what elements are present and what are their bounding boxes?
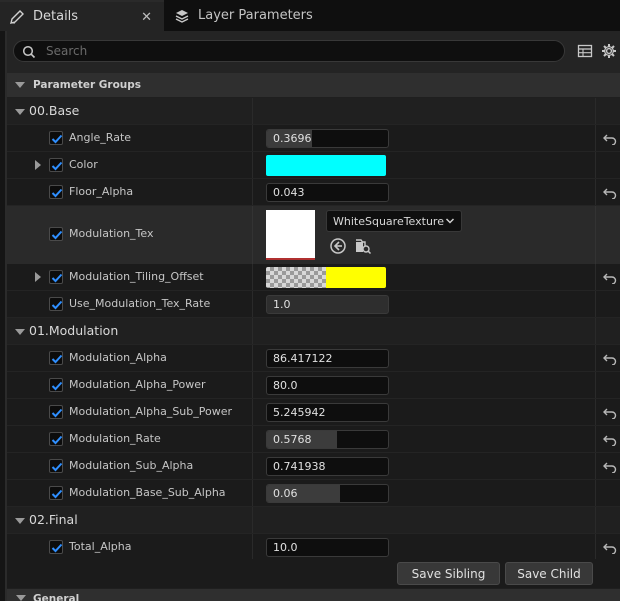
expand-arrow-icon[interactable] <box>35 160 41 170</box>
modulation-sub-alpha-input[interactable]: 0.741938 <box>266 457 389 476</box>
close-icon[interactable]: ✕ <box>141 10 152 25</box>
collapse-arrow-icon <box>15 109 25 115</box>
reset-arrow-icon[interactable] <box>603 353 617 368</box>
enable-checkbox[interactable] <box>49 158 63 172</box>
browse-asset-icon[interactable] <box>354 237 372 255</box>
category-final[interactable]: 02.Final <box>7 507 620 534</box>
param-name: Modulation_Sub_Alpha <box>69 459 194 472</box>
color-swatch[interactable] <box>266 155 386 176</box>
tab-details-label: Details <box>33 9 79 24</box>
enable-checkbox[interactable] <box>49 270 63 284</box>
use-selected-asset-icon[interactable] <box>329 237 347 255</box>
param-name: Modulation_Alpha_Sub_Power <box>69 405 233 418</box>
enable-checkbox[interactable] <box>49 459 63 473</box>
param-name: Use_Modulation_Tex_Rate <box>69 297 211 310</box>
param-row-modulation-tex: Modulation_Tex WhiteSquareTexture <box>7 206 620 265</box>
param-row-total-alpha: Total_Alpha 10.0 <box>7 534 620 561</box>
reset-arrow-icon[interactable] <box>603 434 617 449</box>
category-modulation[interactable]: 01.Modulation <box>7 318 620 345</box>
param-row-modulation-alpha: Modulation_Alpha 86.417122 <box>7 345 620 372</box>
param-row-angle-rate: Angle_Rate 0.3696 <box>7 125 620 152</box>
collapse-arrow-icon <box>15 82 25 88</box>
gear-icon[interactable] <box>601 43 617 59</box>
modulation-alpha-power-input[interactable]: 80.0 <box>266 376 389 395</box>
tab-layer-parameters-label: Layer Parameters <box>198 8 313 23</box>
param-name: Modulation_Rate <box>69 432 161 445</box>
enable-checkbox[interactable] <box>49 227 63 241</box>
param-row-modulation-alpha-sub-power: Modulation_Alpha_Sub_Power 5.245942 <box>7 399 620 426</box>
search-box[interactable] <box>13 40 565 62</box>
collapse-arrow-icon <box>15 329 25 335</box>
chevron-down-icon <box>445 216 455 229</box>
color-swatch[interactable] <box>266 267 386 288</box>
pencil-icon <box>9 9 25 25</box>
enable-checkbox[interactable] <box>49 297 63 311</box>
param-row-use-modulation-tex-rate: Use_Modulation_Tex_Rate 1.0 <box>7 291 620 318</box>
search-input[interactable] <box>46 43 546 59</box>
texture-asset-picker[interactable]: WhiteSquareTexture <box>326 210 462 232</box>
total-alpha-input[interactable]: 10.0 <box>266 538 389 557</box>
enable-checkbox[interactable] <box>49 131 63 145</box>
parameter-groups-header[interactable]: Parameter Groups <box>7 73 620 97</box>
param-name: Angle_Rate <box>69 131 132 144</box>
expand-arrow-icon[interactable] <box>35 272 41 282</box>
param-row-color: Color <box>7 152 620 179</box>
tab-layer-parameters[interactable]: Layer Parameters <box>165 0 365 31</box>
general-label: General <box>33 593 80 601</box>
tab-bar: Details ✕ Layer Parameters <box>0 0 620 31</box>
enable-checkbox[interactable] <box>49 486 63 500</box>
param-row-modulation-tiling-offset: Modulation_Tiling_Offset <box>7 264 620 291</box>
param-name: Color <box>69 158 98 171</box>
search-row <box>7 31 620 73</box>
collapse-arrow-icon <box>15 518 25 524</box>
modulation-base-sub-alpha-slider[interactable]: 0.06 <box>266 484 389 503</box>
reset-arrow-icon[interactable] <box>603 407 617 422</box>
texture-thumbnail[interactable] <box>266 210 315 260</box>
enable-checkbox[interactable] <box>49 351 63 365</box>
param-name: Floor_Alpha <box>69 185 134 198</box>
category-label: 01.Modulation <box>29 323 119 338</box>
param-name: Total_Alpha <box>69 540 132 553</box>
category-label: 00.Base <box>29 103 80 118</box>
save-child-button[interactable]: Save Child <box>505 562 593 585</box>
parameter-groups-label: Parameter Groups <box>33 79 142 91</box>
enable-checkbox[interactable] <box>49 378 63 392</box>
category-label: 02.Final <box>29 512 78 527</box>
use-modulation-tex-rate-slider[interactable]: 1.0 <box>266 295 389 314</box>
param-row-modulation-alpha-power: Modulation_Alpha_Power 80.0 <box>7 372 620 399</box>
enable-checkbox[interactable] <box>49 405 63 419</box>
param-name: Modulation_Alpha_Power <box>69 378 206 391</box>
enable-checkbox[interactable] <box>49 540 63 554</box>
enable-checkbox[interactable] <box>49 185 63 199</box>
layers-icon <box>174 8 190 24</box>
floor-alpha-input[interactable]: 0.043 <box>266 183 389 202</box>
modulation-rate-slider[interactable]: 0.5768 <box>266 430 389 449</box>
collapse-arrow-icon <box>16 595 26 601</box>
details-panel: Parameter Groups 00.Base Angle_Rate 0.36… <box>5 31 620 601</box>
param-name: Modulation_Base_Sub_Alpha <box>69 486 226 499</box>
category-base[interactable]: 00.Base <box>7 98 620 125</box>
param-row-modulation-rate: Modulation_Rate 0.5768 <box>7 426 620 453</box>
reset-arrow-icon[interactable] <box>603 187 617 202</box>
search-icon <box>22 45 36 62</box>
param-row-modulation-sub-alpha: Modulation_Sub_Alpha 0.741938 <box>7 453 620 480</box>
param-row-modulation-base-sub-alpha: Modulation_Base_Sub_Alpha 0.06 <box>7 480 620 507</box>
param-row-floor-alpha: Floor_Alpha 0.043 <box>7 179 620 206</box>
save-sibling-button[interactable]: Save Sibling <box>397 562 500 585</box>
param-name: Modulation_Alpha <box>69 351 167 364</box>
enable-checkbox[interactable] <box>49 432 63 446</box>
reset-arrow-icon[interactable] <box>603 461 617 476</box>
angle-rate-slider[interactable]: 0.3696 <box>266 129 389 148</box>
modulation-alpha-sub-power-input[interactable]: 5.245942 <box>266 403 389 422</box>
general-header[interactable]: General <box>7 589 620 601</box>
reset-arrow-icon[interactable] <box>603 542 617 557</box>
modulation-alpha-input[interactable]: 86.417122 <box>266 349 389 368</box>
param-name: Modulation_Tiling_Offset <box>69 270 204 283</box>
param-name: Modulation_Tex <box>69 227 154 240</box>
reset-arrow-icon[interactable] <box>603 133 617 148</box>
table-view-icon[interactable] <box>577 43 593 59</box>
tab-details[interactable]: Details ✕ <box>0 0 164 31</box>
reset-arrow-icon[interactable] <box>603 272 617 287</box>
